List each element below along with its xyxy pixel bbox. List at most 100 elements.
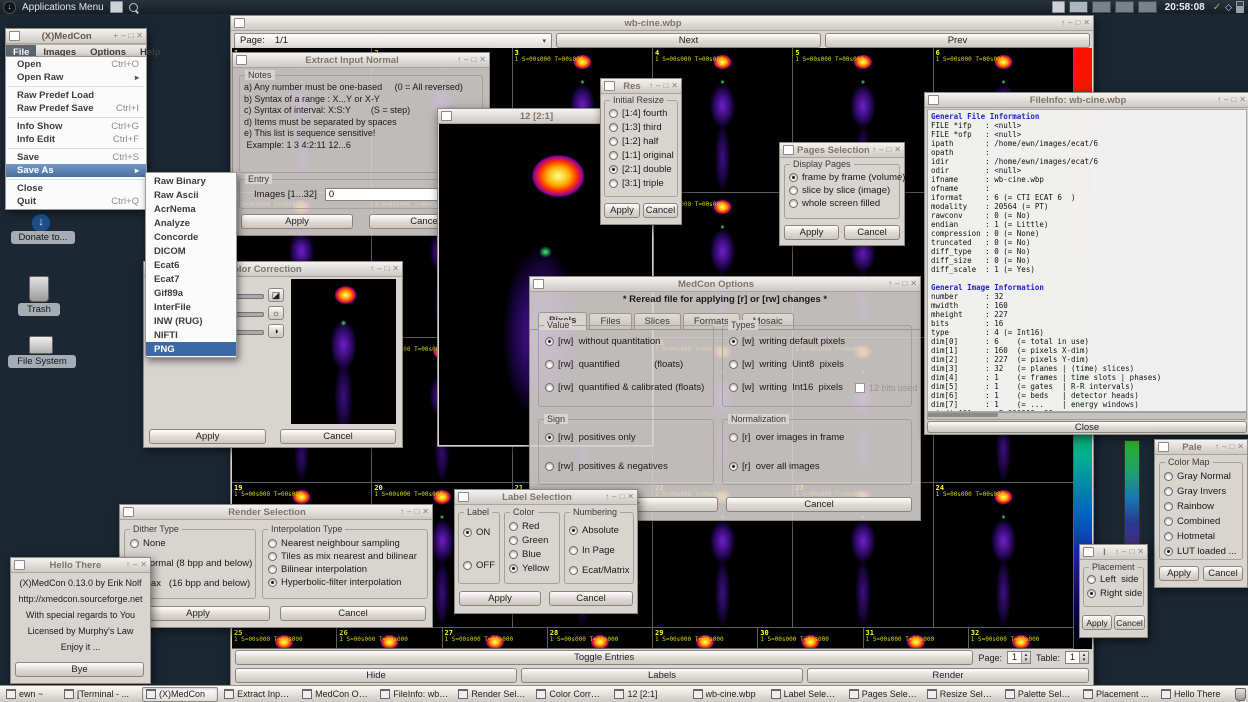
taskbar-item[interactable]: Placement ... bbox=[1079, 687, 1155, 702]
submenu-item[interactable]: InterFile bbox=[146, 300, 236, 314]
close-icon[interactable]: ✕ bbox=[422, 508, 429, 516]
radio-selected-icon[interactable] bbox=[609, 165, 618, 174]
radio-icon[interactable] bbox=[1164, 532, 1173, 541]
radio-icon[interactable] bbox=[1164, 487, 1173, 496]
prev-button[interactable]: Prev bbox=[825, 33, 1090, 48]
minimize-icon[interactable]: – bbox=[612, 493, 616, 501]
submenu-item[interactable]: Ecat6 bbox=[146, 258, 236, 272]
radio-option[interactable]: slice by slice (image) bbox=[789, 185, 897, 196]
minimize-icon[interactable]: – bbox=[1222, 443, 1226, 451]
window-icon[interactable] bbox=[604, 81, 615, 91]
radio-option[interactable]: whole screen filled bbox=[789, 198, 897, 209]
menu-item[interactable]: Info EditCtrl+F bbox=[6, 133, 146, 146]
titlebar[interactable]: (X)MedCon +–□✕ bbox=[6, 29, 146, 44]
shade-icon[interactable]: ↑ bbox=[126, 561, 130, 569]
shade-icon[interactable]: ↑ bbox=[1215, 443, 1219, 451]
apply-button[interactable]: Apply bbox=[1082, 615, 1112, 630]
radio-option[interactable]: OFF bbox=[463, 560, 497, 571]
apply-button[interactable]: Apply bbox=[604, 203, 640, 218]
submenu-item[interactable]: AcrNema bbox=[146, 202, 236, 216]
desktop-icon-filesystem[interactable]: File System bbox=[8, 355, 76, 368]
scan-cell[interactable]: 281 S=00s000 T=00s000 bbox=[548, 628, 653, 649]
drive-icon[interactable] bbox=[29, 336, 53, 354]
taskbar-item[interactable]: MedCon Opt... bbox=[298, 687, 374, 702]
window-icon[interactable] bbox=[9, 31, 20, 41]
minimize-icon[interactable]: – bbox=[1122, 548, 1126, 556]
bye-button[interactable]: Bye bbox=[15, 662, 144, 677]
taskbar-item[interactable]: FileInfo: wb-... bbox=[376, 687, 452, 702]
cancel-button[interactable]: Cancel bbox=[726, 497, 912, 512]
scrollbar-thumb[interactable] bbox=[928, 413, 998, 417]
radio-option[interactable]: [3:1] triple bbox=[609, 178, 674, 189]
close-button[interactable]: Close bbox=[927, 421, 1247, 433]
radio-option[interactable]: [2:1] double bbox=[609, 164, 674, 175]
shade-icon[interactable]: ↑ bbox=[888, 280, 892, 288]
scan-cell[interactable]: 291 S=00s000 T=00s000 bbox=[653, 628, 758, 649]
radio-option[interactable]: [rw] positives & negatives bbox=[545, 461, 711, 472]
taskbar-item[interactable]: Hello There bbox=[1157, 687, 1233, 702]
radio-option[interactable]: LUT loaded ... bbox=[1164, 546, 1240, 557]
files-icon[interactable] bbox=[110, 1, 123, 13]
hide-button[interactable]: Hide bbox=[235, 668, 517, 683]
contrast-reset-button[interactable]: ◑ bbox=[268, 324, 284, 338]
radio-option[interactable]: Absolute bbox=[569, 525, 631, 536]
titlebar[interactable]: MedCon Options ↑–□✕ bbox=[530, 277, 920, 292]
window-icon[interactable] bbox=[123, 507, 134, 517]
radio-option[interactable]: Ecat/Matrix bbox=[569, 565, 631, 576]
radio-icon[interactable] bbox=[509, 522, 518, 531]
minimize-icon[interactable]: – bbox=[1068, 19, 1072, 27]
radio-icon[interactable] bbox=[569, 566, 578, 575]
apply-button[interactable]: Apply bbox=[1159, 566, 1199, 581]
taskbar-item[interactable]: [Terminal - ... bbox=[60, 687, 140, 702]
cancel-button[interactable]: Cancel bbox=[1114, 615, 1145, 630]
maximize-icon[interactable]: □ bbox=[1231, 96, 1236, 104]
close-icon[interactable]: ✕ bbox=[1237, 443, 1244, 451]
cancel-button[interactable]: Cancel bbox=[280, 429, 396, 444]
menu-item[interactable]: Close bbox=[6, 182, 146, 195]
shade-icon[interactable]: ↑ bbox=[649, 82, 653, 90]
applications-menu-label[interactable]: Applications Menu bbox=[22, 2, 104, 13]
close-icon[interactable]: ✕ bbox=[1239, 96, 1246, 104]
scan-cell[interactable]: 321 S=00s000 T=00s000 bbox=[969, 628, 1074, 649]
radio-option[interactable]: Yellow bbox=[509, 563, 557, 574]
radio-icon[interactable] bbox=[789, 186, 798, 195]
close-icon[interactable]: ✕ bbox=[627, 493, 634, 501]
labels-button[interactable]: Labels bbox=[521, 668, 803, 683]
radio-option[interactable]: [r] over all images bbox=[729, 461, 909, 472]
radio-selected-icon[interactable] bbox=[1087, 589, 1096, 598]
cancel-button[interactable]: Cancel bbox=[549, 591, 633, 606]
scan-cell[interactable]: 241 S=00s000 T=00s000 bbox=[934, 483, 1074, 628]
radio-icon[interactable] bbox=[268, 565, 277, 574]
desktop-icon-donate[interactable]: Donate to... bbox=[11, 231, 75, 244]
taskbar-item[interactable]: Color Correc... bbox=[532, 687, 608, 702]
minimize-icon[interactable]: – bbox=[879, 146, 883, 154]
tray-app-icon[interactable] bbox=[1052, 1, 1065, 13]
radio-option[interactable]: [w] writing Int16 pixels12 bits used bbox=[729, 382, 909, 393]
taskbar-item[interactable]: Palette Sele... bbox=[1001, 687, 1077, 702]
radio-selected-icon[interactable] bbox=[729, 462, 738, 471]
close-icon[interactable]: ✕ bbox=[136, 32, 143, 40]
titlebar[interactable]: Hello There ↑–✕ bbox=[11, 558, 150, 573]
radio-icon[interactable] bbox=[609, 123, 618, 132]
taskbar-trash-icon[interactable] bbox=[1235, 688, 1246, 701]
maximize-icon[interactable]: □ bbox=[902, 280, 907, 288]
taskbar-item[interactable]: (X)MedCon bbox=[142, 687, 218, 702]
shade-icon[interactable]: ↑ bbox=[872, 146, 876, 154]
radio-selected-icon[interactable] bbox=[463, 528, 472, 537]
radio-option[interactable]: Rainbow bbox=[1164, 501, 1240, 512]
submenu-item[interactable]: Concorde bbox=[146, 230, 236, 244]
shade-icon[interactable]: ↑ bbox=[1217, 96, 1221, 104]
radio-option[interactable]: Green bbox=[509, 535, 557, 546]
minimize-icon[interactable]: – bbox=[1224, 96, 1228, 104]
radio-selected-icon[interactable] bbox=[545, 433, 554, 442]
radio-icon[interactable] bbox=[569, 546, 578, 555]
radio-option[interactable]: Blue bbox=[509, 549, 557, 560]
radio-selected-icon[interactable] bbox=[729, 337, 738, 346]
taskbar-item[interactable]: ewn ~ bbox=[2, 687, 58, 702]
radio-option[interactable]: Right side bbox=[1087, 588, 1142, 599]
scan-cell[interactable]: 251 S=00s000 T=00s000 bbox=[232, 628, 337, 649]
maximize-icon[interactable]: □ bbox=[886, 146, 891, 154]
apply-button[interactable]: Apply bbox=[459, 591, 541, 606]
radio-option[interactable]: [r] over images in frame bbox=[729, 432, 909, 443]
radio-option[interactable]: Red bbox=[509, 521, 557, 532]
